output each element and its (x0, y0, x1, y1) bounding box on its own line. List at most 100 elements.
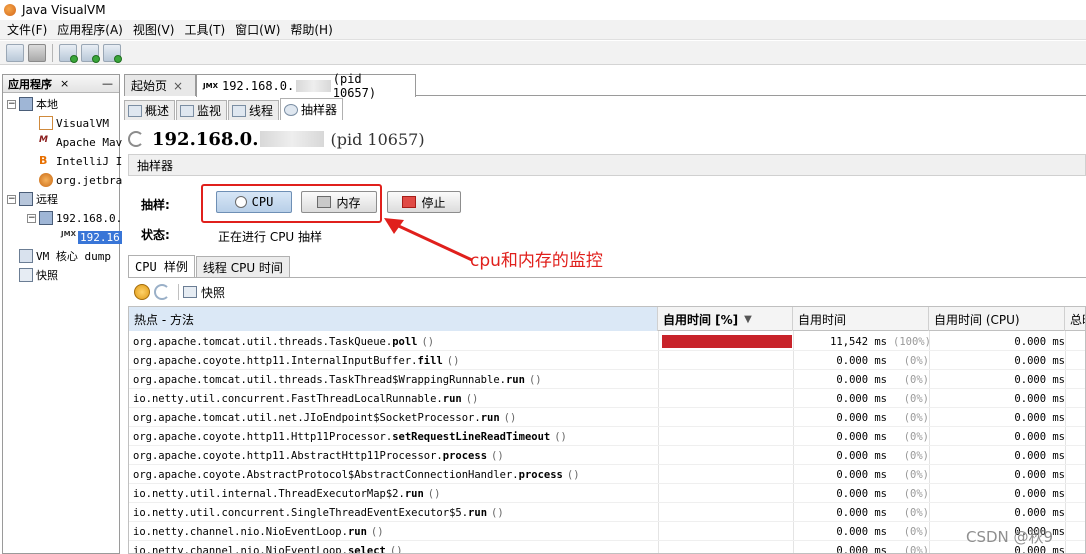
self-time-bar-cell (662, 541, 792, 553)
applications-panel-title: 应用程序 (8, 77, 52, 91)
method-parens: () (421, 335, 435, 348)
close-icon[interactable]: × (60, 77, 69, 90)
method-cell: org.apache.coyote.http11.InternalInputBu… (133, 351, 657, 370)
table-row[interactable]: org.apache.coyote.AbstractProtocol$Abstr… (129, 465, 1085, 484)
menu-file[interactable]: 文件(F) (2, 21, 52, 38)
method-cell: io.netty.util.concurrent.FastThreadLocal… (133, 389, 657, 408)
tree-item-visualvm[interactable]: VisualVM (39, 114, 109, 132)
process-ip: 192.168.0. (152, 128, 259, 150)
menu-tools[interactable]: 工具(T) (179, 21, 230, 38)
table-row[interactable]: org.apache.coyote.http11.AbstractHttp11P… (129, 446, 1085, 465)
tree-item-vm-coredump[interactable]: VM 核心 dump (19, 247, 111, 265)
self-time-percent: (0%) (903, 354, 929, 367)
self-time-value: 0.000 ms (836, 544, 887, 554)
method-class: io.netty.channel.nio.NioEventLoop. (133, 544, 348, 554)
method-parens: () (528, 373, 542, 386)
watermark: CSDN @秋9 (966, 528, 1054, 546)
table-row[interactable]: org.apache.tomcat.util.net.JIoEndpoint$S… (129, 408, 1085, 427)
method-name: process (442, 449, 488, 462)
menu-bar: 文件(F) 应用程序(A) 视图(V) 工具(T) 窗口(W) 帮助(H) (0, 20, 1086, 40)
self-time-bar-cell (662, 427, 792, 446)
save-icon[interactable] (28, 43, 46, 62)
column-header-total-time[interactable]: 总时 (1065, 307, 1085, 331)
method-name: run (404, 487, 424, 500)
table-row[interactable]: io.netty.util.concurrent.SingleThreadEve… (129, 503, 1085, 522)
tab-thread-cpu-time[interactable]: 线程 CPU 时间 (195, 256, 290, 277)
method-name: run (468, 506, 488, 519)
refresh-icon[interactable] (154, 284, 170, 300)
method-cell: org.apache.coyote.AbstractProtocol$Abstr… (133, 465, 657, 484)
tab-monitor[interactable]: 监视 (176, 100, 228, 120)
tab-overview[interactable]: 概述 (124, 100, 176, 120)
self-time-cell: 0.000 ms (0%) (797, 541, 929, 554)
tree-item-local[interactable]: − 本地 (7, 95, 58, 113)
tree-item-jetbrains[interactable]: org.jetbra (39, 171, 122, 189)
method-parens: () (427, 487, 441, 500)
self-time-value: 0.000 ms (836, 468, 887, 481)
column-header-self-time-percent[interactable]: 自用时间 [%] ▼ (658, 307, 793, 331)
jmx-icon: JMX (203, 82, 218, 90)
method-class: org.apache.tomcat.util.net.JIoEndpoint$S… (133, 411, 481, 424)
self-time-percent: (0%) (903, 468, 929, 481)
tab-sampler[interactable]: 抽样器 (280, 98, 344, 120)
menu-window[interactable]: 窗口(W) (230, 21, 285, 38)
computer-icon (19, 97, 33, 111)
add-jmx-connection-icon[interactable] (59, 43, 78, 63)
self-time-bar-cell (662, 408, 792, 427)
add-remote-host-icon[interactable] (81, 43, 100, 63)
tree-item-jmx-connection[interactable]: JMX 192.16 (61, 228, 122, 246)
applications-panel-header: 应用程序 × — (3, 75, 119, 93)
self-time-percent: (0%) (903, 487, 929, 500)
method-cell: io.netty.util.concurrent.SingleThreadEve… (133, 503, 657, 522)
tree-item-remote[interactable]: − 远程 (7, 190, 58, 208)
results-toolbar: 快照 (134, 282, 225, 302)
self-time-cell: 0.000 ms (0%) (797, 465, 929, 484)
tab-threads[interactable]: 线程 (228, 100, 280, 120)
tab-remote-process[interactable]: JMX 192.168.0. (pid 10657) (196, 72, 416, 100)
column-header-method[interactable]: 热点 - 方法 (129, 307, 658, 331)
table-row[interactable]: org.apache.coyote.http11.Http11Processor… (129, 427, 1085, 446)
java-app-icon (39, 116, 53, 130)
remote-host-icon (39, 211, 53, 225)
tree-item-remote-host[interactable]: − 192.168.0. (27, 209, 122, 227)
self-time-cell: 0.000 ms (0%) (797, 351, 929, 370)
document-tabs: 起始页 × JMX 192.168.0. (pid 10657) (124, 72, 1086, 100)
tree-item-apache-maven[interactable]: M Apache Mav (39, 133, 122, 151)
column-header-self-time-cpu[interactable]: 自用时间 (CPU) (929, 307, 1065, 331)
add-vm-coredump-icon[interactable] (103, 43, 122, 63)
collapse-icon[interactable]: − (7, 194, 16, 204)
method-class: org.apache.tomcat.util.threads.TaskQueue… (133, 335, 393, 348)
tab-start-page[interactable]: 起始页 × (124, 74, 196, 96)
tree-item-intellij[interactable]: B IntelliJ I (39, 152, 122, 170)
table-row[interactable]: org.apache.tomcat.util.threads.TaskQueue… (129, 332, 1085, 351)
load-snapshot-icon[interactable] (6, 43, 24, 62)
stop-icon (402, 196, 417, 208)
table-row[interactable]: org.apache.tomcat.util.threads.TaskThrea… (129, 370, 1085, 389)
table-row[interactable]: io.netty.util.concurrent.FastThreadLocal… (129, 389, 1085, 408)
minimize-icon[interactable]: — (102, 77, 113, 90)
snapshot-button[interactable]: 快照 (201, 284, 225, 301)
table-row[interactable]: org.apache.coyote.http11.InternalInputBu… (129, 351, 1085, 370)
menu-view[interactable]: 视图(V) (128, 21, 180, 38)
tab-cpu-samples[interactable]: CPU 样例 (128, 255, 195, 277)
process-header: 192.168.0. (pid 10657) (128, 126, 425, 152)
collapse-icon[interactable]: − (27, 213, 36, 223)
collapse-icon[interactable]: − (7, 99, 16, 109)
highlight-box (201, 184, 382, 223)
menu-help[interactable]: 帮助(H) (285, 21, 337, 38)
pause-icon[interactable] (134, 284, 150, 300)
self-time-value: 0.000 ms (836, 354, 887, 367)
table-row[interactable]: io.netty.util.internal.ThreadExecutorMap… (129, 484, 1085, 503)
menu-applications[interactable]: 应用程序(A) (52, 21, 128, 38)
column-header-self-time[interactable]: 自用时间 (793, 307, 929, 331)
self-time-percent: (0%) (903, 392, 929, 405)
method-cell: io.netty.channel.nio.NioEventLoop. run() (133, 522, 657, 541)
table-row[interactable]: io.netty.channel.nio.NioEventLoop. run() 0… (129, 522, 1085, 541)
snapshot-icon (19, 268, 33, 282)
method-cell: io.netty.channel.nio.NioEventLoop. select… (133, 541, 657, 554)
table-row[interactable]: io.netty.channel.nio.NioEventLoop. select… (129, 541, 1085, 554)
method-parens: () (491, 449, 504, 462)
tree-item-snapshots[interactable]: 快照 (19, 266, 58, 284)
sample-label: 抽样: (141, 198, 170, 212)
close-icon[interactable]: × (173, 79, 183, 93)
